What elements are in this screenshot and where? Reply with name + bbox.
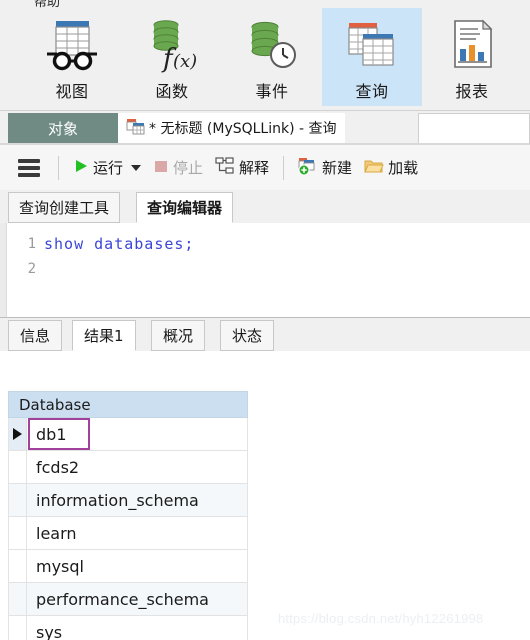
result-grid: Database db1 fcds2 information_schema le… <box>0 351 530 640</box>
hamburger-menu-icon[interactable] <box>0 158 50 177</box>
row-marker <box>9 517 27 549</box>
row-marker-current <box>9 418 27 450</box>
row-marker <box>9 484 27 516</box>
ribbon-label-report: 报表 <box>455 82 489 101</box>
query-action-toolbar: 运行 停止 解释 新建 加载 <box>0 145 530 191</box>
line-number-1: 1 <box>27 235 36 252</box>
editor-tab-bar: 查询创建工具 查询编辑器 <box>0 190 530 224</box>
row-marker <box>9 583 27 615</box>
ribbon-toolbar: 视图 f (x) 函数 事件 查询 报表 <box>0 8 530 111</box>
line-number-2: 2 <box>27 260 36 277</box>
editor-line-1: 1 show databases; <box>0 231 194 256</box>
tab-query-untitled[interactable]: * 无标题 (MySQLLink) - 查询 <box>118 113 345 143</box>
ribbon-button-view[interactable]: 视图 <box>22 8 122 106</box>
stop-square-icon <box>153 158 169 178</box>
svg-text:(x): (x) <box>173 51 197 72</box>
new-query-plus-icon <box>298 157 318 179</box>
tab-query-editor-label: 查询编辑器 <box>147 199 223 217</box>
report-chart-icon <box>443 14 501 76</box>
cell-database[interactable]: information_schema <box>28 484 247 516</box>
table-row[interactable]: sys <box>8 616 248 640</box>
sql-editor[interactable]: 1 show databases; 2 <box>0 223 530 318</box>
tab-query-title: * 无标题 (MySQLLink) - 查询 <box>149 120 337 137</box>
ribbon-label-event: 事件 <box>255 82 289 101</box>
tab-empty-slot[interactable] <box>418 113 530 144</box>
tab-status-label: 状态 <box>232 327 263 345</box>
table-row[interactable]: db1 <box>8 418 248 451</box>
caret-down-icon[interactable] <box>131 164 142 171</box>
cell-database[interactable]: performance_schema <box>28 583 247 615</box>
new-query-button[interactable]: 新建 <box>292 145 358 190</box>
toolbar-separator-2 <box>283 155 285 180</box>
row-marker <box>9 550 27 582</box>
stop-button[interactable]: 停止 <box>147 145 209 190</box>
folder-open-icon <box>364 158 384 178</box>
tab-status[interactable]: 状态 <box>220 320 275 351</box>
ribbon-button-report[interactable]: 报表 <box>422 8 522 106</box>
new-query-button-label: 新建 <box>322 159 353 177</box>
tab-info-label: 信息 <box>20 327 51 345</box>
editor-line-2: 2 <box>0 256 44 281</box>
grid-column-header-label: Database <box>19 395 91 414</box>
query-tables-icon <box>343 14 401 76</box>
table-row[interactable]: learn <box>8 517 248 550</box>
tab-profile-label: 概况 <box>163 327 194 345</box>
table-row[interactable]: mysql <box>8 550 248 583</box>
cell-database[interactable]: learn <box>28 517 247 549</box>
tab-query-editor[interactable]: 查询编辑器 <box>136 192 234 223</box>
tab-objects-label: 对象 <box>47 119 78 138</box>
line-text-1: show databases; <box>44 234 195 253</box>
view-table-glasses-icon <box>43 14 101 76</box>
grid-column-header-database[interactable]: Database <box>8 391 248 418</box>
ribbon-button-event[interactable]: 事件 <box>222 8 322 106</box>
result-tab-bar: 信息 结果1 概况 状态 <box>0 318 530 352</box>
function-fx-icon: f (x) <box>143 14 201 76</box>
tab-info[interactable]: 信息 <box>8 320 63 351</box>
ribbon-button-function[interactable]: f (x) 函数 <box>122 8 222 106</box>
explain-plan-icon <box>215 156 235 179</box>
load-query-button-label: 加载 <box>388 159 419 177</box>
cell-database[interactable]: mysql <box>28 550 247 582</box>
run-button[interactable]: 运行 <box>67 145 147 190</box>
menu-strip: 帮助 <box>0 0 530 8</box>
load-query-button[interactable]: 加载 <box>358 145 424 190</box>
tab-query-builder[interactable]: 查询创建工具 <box>8 192 121 223</box>
tab-result1[interactable]: 结果1 <box>72 320 136 351</box>
explain-button[interactable]: 解释 <box>209 145 275 190</box>
query-tab-icon <box>126 118 146 139</box>
table-row[interactable]: performance_schema <box>8 583 248 616</box>
row-marker <box>9 616 27 640</box>
event-clock-icon <box>243 14 301 76</box>
toolbar-separator-1 <box>58 155 59 180</box>
play-triangle-icon <box>73 158 89 178</box>
ribbon-label-function: 函数 <box>155 82 189 101</box>
stop-button-label: 停止 <box>173 159 204 177</box>
menu-item-help[interactable]: 帮助 <box>34 0 60 8</box>
object-tab-bar: 对象 * 无标题 (MySQLLink) - 查询 <box>0 111 530 145</box>
explain-button-label: 解释 <box>239 159 270 177</box>
cell-database[interactable]: db1 <box>28 418 90 450</box>
ribbon-button-query[interactable]: 查询 <box>322 8 422 106</box>
tab-query-builder-label: 查询创建工具 <box>19 199 110 217</box>
table-row[interactable]: fcds2 <box>8 451 248 484</box>
cell-database[interactable]: sys <box>28 616 247 640</box>
run-button-label: 运行 <box>93 159 124 177</box>
ribbon-label-query: 查询 <box>355 82 389 101</box>
tab-profile[interactable]: 概况 <box>151 320 206 351</box>
row-marker <box>9 451 27 483</box>
ribbon-label-view: 视图 <box>55 82 89 101</box>
tab-result1-label: 结果1 <box>84 327 124 345</box>
navicat-query-window: 帮助 视图 f (x) 函数 事件 查询 报表 对象 * 无标题 (MySQLL… <box>0 0 530 640</box>
table-row[interactable]: information_schema <box>8 484 248 517</box>
watermark: https://blog.csdn.net/hyh12261998 <box>278 611 484 626</box>
cell-database[interactable]: fcds2 <box>28 451 247 483</box>
tab-objects[interactable]: 对象 <box>8 113 118 143</box>
